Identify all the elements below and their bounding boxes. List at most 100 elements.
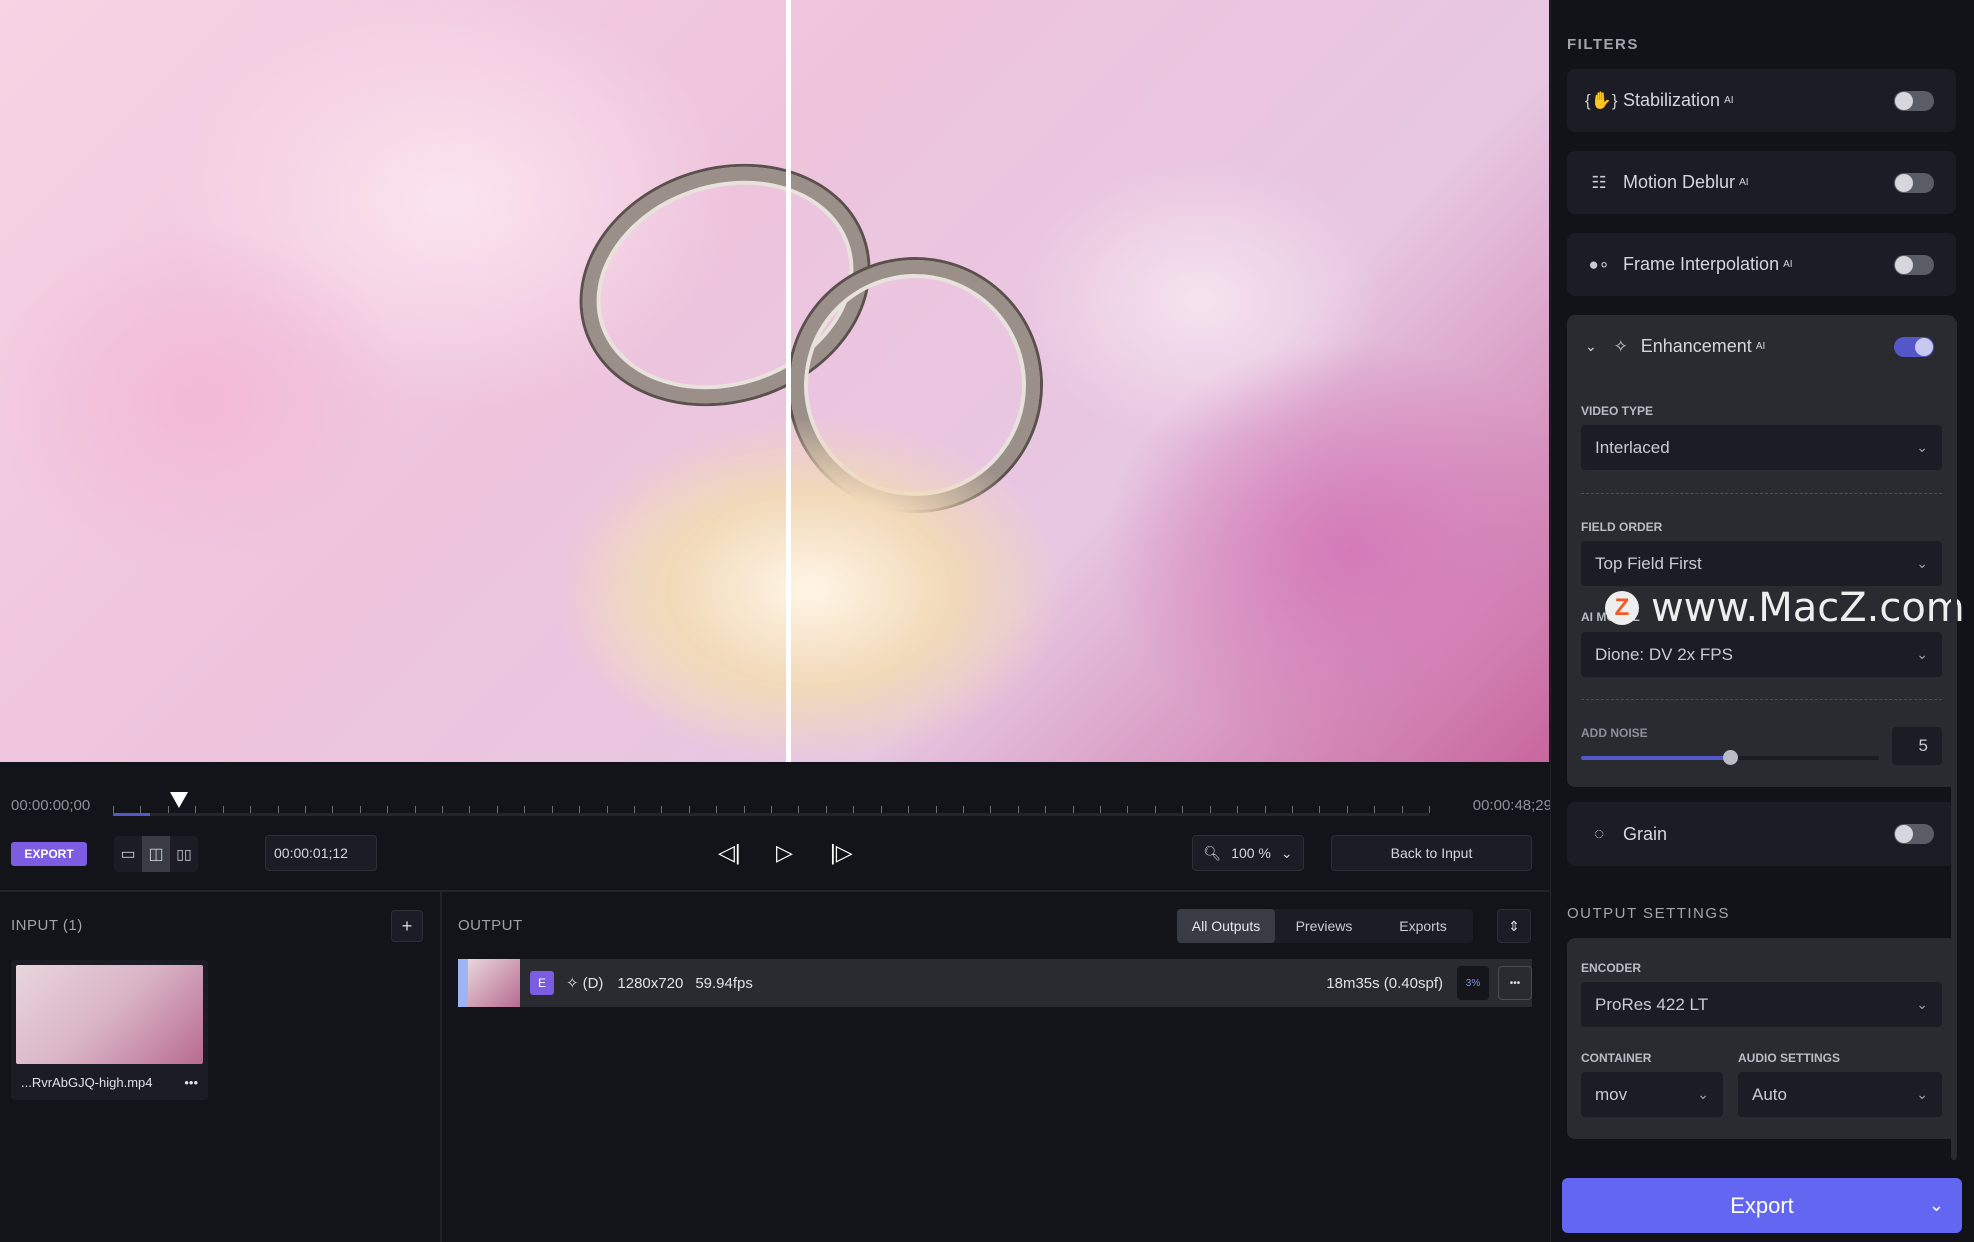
timeline-tick xyxy=(304,806,306,813)
chevron-down-icon: ⌄ xyxy=(1916,646,1928,662)
container-select[interactable]: mov ⌄ xyxy=(1581,1072,1723,1117)
timeline-tick xyxy=(195,806,197,813)
output-thumbnail xyxy=(468,959,520,1007)
timeline-tick xyxy=(1072,806,1074,813)
timeline-tick xyxy=(579,806,581,813)
frame-interpolation-toggle[interactable] xyxy=(1894,254,1934,275)
timeline-tick xyxy=(716,806,718,813)
timeline-end: 00:00:48;29 xyxy=(1472,797,1552,814)
sort-button[interactable]: ⇕ xyxy=(1497,909,1531,943)
timeline-tick xyxy=(1182,806,1184,813)
grain-toggle[interactable] xyxy=(1894,824,1934,844)
watermark-text: www.MacZ.com xyxy=(1651,585,1965,631)
filter-grain[interactable]: ◌ Grain xyxy=(1567,802,1956,866)
input-thumbnail xyxy=(16,965,203,1064)
add-input-button[interactable]: + xyxy=(391,910,423,942)
video-type-label: VIDEO TYPE xyxy=(1581,404,1654,418)
enhancement-toggle[interactable] xyxy=(1894,336,1934,357)
timeline-tick xyxy=(633,806,635,813)
step-back-icon[interactable]: ◁| xyxy=(718,840,741,866)
timeline-tick xyxy=(1154,806,1156,813)
timeline-tick xyxy=(524,806,526,813)
playhead-handle[interactable] xyxy=(169,792,188,808)
encoder-select[interactable]: ProRes 422 LT ⌄ xyxy=(1581,982,1942,1027)
video-preview[interactable] xyxy=(0,0,1549,762)
chevron-down-icon: ⌄ xyxy=(1916,439,1928,455)
split-view-icon[interactable]: ◫ xyxy=(142,836,170,872)
chevron-down-icon[interactable]: ⌄ xyxy=(1585,338,1597,355)
output-row[interactable]: E ✧ (D) 1280x720 59.94fps 18m35s (0.40sp… xyxy=(458,959,1532,1007)
filter-motion-deblur[interactable]: ☷ Motion Deblur AI xyxy=(1567,151,1956,214)
chevron-down-icon[interactable]: ⌄ xyxy=(1929,1195,1944,1216)
scrollbar[interactable] xyxy=(1951,320,1957,1160)
timeline-tick xyxy=(250,806,252,813)
add-noise-slider[interactable] xyxy=(1581,750,1879,765)
timeline-tick xyxy=(853,806,855,813)
tab-exports[interactable]: Exports xyxy=(1373,909,1473,943)
input-file-card[interactable]: ...RvrAbGJQ-high.mp4 ••• xyxy=(11,960,208,1100)
slider-handle[interactable] xyxy=(1723,750,1738,765)
export-button[interactable]: Export ⌄ xyxy=(1562,1178,1962,1233)
filter-stabilization[interactable]: {✋} Stabilization AI xyxy=(1567,69,1956,132)
timeline-tick xyxy=(1374,806,1376,813)
timeline-tick xyxy=(1100,806,1101,813)
timeline-track[interactable] xyxy=(113,813,1429,816)
timeline-tick xyxy=(743,806,745,813)
motion-deblur-toggle[interactable] xyxy=(1894,172,1934,193)
timeline-tick xyxy=(359,806,361,813)
watermark: Z www.MacZ.com xyxy=(1605,585,1965,631)
grain-icon: ◌ xyxy=(1593,824,1605,843)
field-order-select[interactable]: Top Field First ⌄ xyxy=(1581,541,1942,586)
filters-title: FILTERS xyxy=(1567,36,1639,53)
filter-frame-interpolation[interactable]: ●∘ Frame Interpolation AI xyxy=(1567,233,1956,296)
tab-all-outputs[interactable]: All Outputs xyxy=(1177,909,1275,943)
output-tabs: All Outputs Previews Exports xyxy=(1177,909,1473,943)
split-view-divider[interactable] xyxy=(786,0,791,762)
output-title: OUTPUT xyxy=(458,917,523,934)
timeline-start: 00:00:00;00 xyxy=(11,797,91,814)
timeline-progress xyxy=(113,813,150,816)
add-noise-input[interactable]: 5 xyxy=(1892,727,1942,765)
timecode-input[interactable]: 00:00:01;12 xyxy=(265,835,377,871)
export-badge[interactable]: EXPORT xyxy=(11,842,87,866)
divider xyxy=(1581,493,1942,494)
flowers-image xyxy=(560,420,1060,760)
timeline-tick xyxy=(1291,806,1293,813)
output-percent: 3% xyxy=(1457,966,1489,1000)
export-type-badge: E xyxy=(530,971,554,995)
timeline-tick xyxy=(1346,806,1348,813)
more-icon[interactable]: ••• xyxy=(184,1075,198,1090)
filter-label: Enhancement xyxy=(1640,336,1752,356)
timeline-tick xyxy=(496,806,498,813)
step-forward-icon[interactable]: |▷ xyxy=(830,840,853,866)
video-type-select[interactable]: Interlaced ⌄ xyxy=(1581,425,1942,470)
single-view-icon[interactable]: ▭ xyxy=(114,836,142,872)
filter-label: Stabilization xyxy=(1623,90,1721,110)
encoder-label: ENCODER xyxy=(1581,961,1642,975)
timeline-tick xyxy=(140,806,142,813)
filter-label: Frame Interpolation xyxy=(1623,254,1780,274)
field-order-label: FIELD ORDER xyxy=(1581,520,1663,534)
filter-label: Grain xyxy=(1623,823,1668,844)
zoom-icon: 🔍︎ xyxy=(1203,844,1222,861)
stabilization-toggle[interactable] xyxy=(1894,90,1934,111)
more-button[interactable]: ••• xyxy=(1498,966,1532,1000)
back-to-input-button[interactable]: Back to Input xyxy=(1331,835,1532,871)
ai-model-select[interactable]: Dione: DV 2x FPS ⌄ xyxy=(1581,632,1942,677)
timeline-tick xyxy=(935,806,937,813)
timeline-tick xyxy=(1127,806,1129,813)
timeline-tick xyxy=(1045,806,1047,813)
side-by-side-icon[interactable]: ▯▯ xyxy=(170,836,198,872)
output-progress-indicator xyxy=(458,959,468,1007)
output-mode: (D) xyxy=(582,974,604,992)
audio-settings-select[interactable]: Auto ⌄ xyxy=(1738,1072,1942,1117)
zoom-select[interactable]: 🔍︎ 100 % ⌄ xyxy=(1192,835,1304,871)
play-icon[interactable]: ▷ xyxy=(776,840,793,866)
tab-previews[interactable]: Previews xyxy=(1275,909,1373,943)
timeline-tick xyxy=(1237,806,1239,813)
timeline-tick xyxy=(688,806,690,813)
timeline-tick xyxy=(825,806,827,813)
audio-settings-label: AUDIO SETTINGS xyxy=(1738,1051,1841,1065)
divider xyxy=(0,890,1549,892)
encoder-value: ProRes 422 LT xyxy=(1595,994,1709,1014)
